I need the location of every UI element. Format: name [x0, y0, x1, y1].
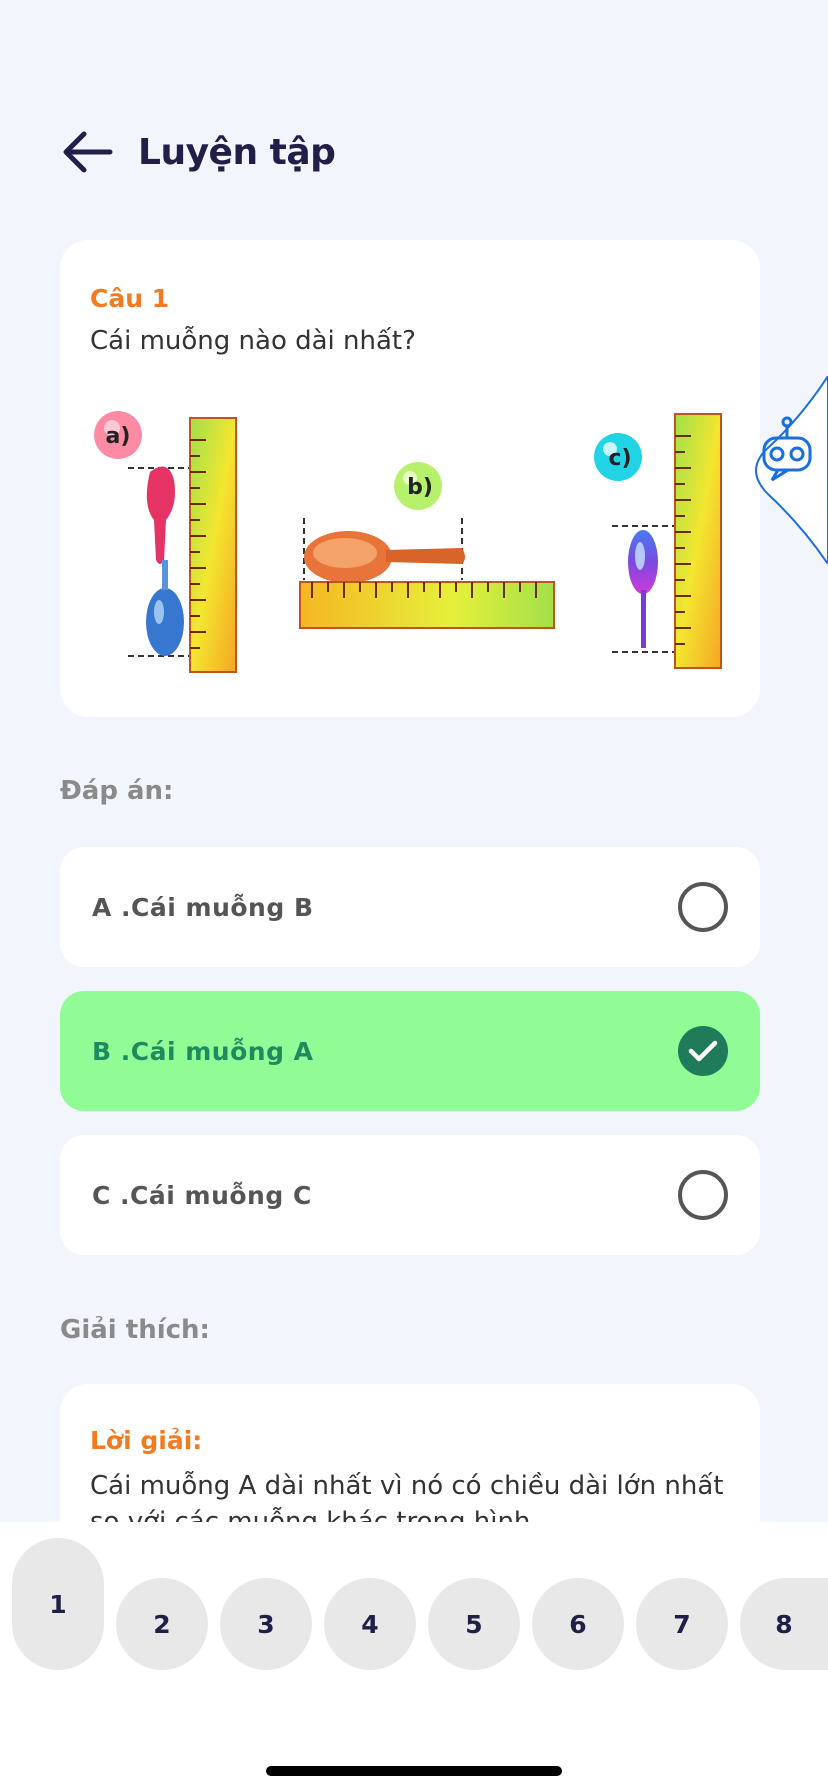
- option-b-label: B .Cái muỗng A: [92, 1036, 314, 1066]
- label-c: c): [608, 446, 631, 471]
- back-button[interactable]: [60, 128, 116, 176]
- option-c[interactable]: C .Cái muỗng C: [60, 1135, 760, 1255]
- page-button-7[interactable]: 7: [636, 1578, 728, 1670]
- checkmark-icon: [688, 1040, 718, 1062]
- option-a[interactable]: A .Cái muỗng B: [60, 847, 760, 967]
- option-c-label: C .Cái muỗng C: [92, 1180, 312, 1210]
- label-a: a): [106, 424, 131, 449]
- radio-unchecked-icon[interactable]: [678, 1170, 728, 1220]
- arrow-left-icon: [63, 131, 113, 173]
- option-a-label: A .Cái muỗng B: [92, 892, 314, 922]
- check-circle-icon[interactable]: [678, 1026, 728, 1076]
- option-b[interactable]: B .Cái muỗng A: [60, 991, 760, 1111]
- home-indicator: [266, 1766, 562, 1776]
- question-card: Câu 1 Cái muỗng nào dài nhất? a) b) c): [60, 240, 760, 717]
- header: Luyện tập: [60, 128, 336, 176]
- radio-unchecked-icon[interactable]: [678, 882, 728, 932]
- spoon-b-figure: b): [299, 462, 555, 629]
- page-button-6[interactable]: 6: [532, 1578, 624, 1670]
- question-number: Câu 1: [90, 284, 170, 313]
- question-image: a) b) c): [94, 411, 722, 673]
- page-button-2[interactable]: 2: [116, 1578, 208, 1670]
- page-button-3[interactable]: 3: [220, 1578, 312, 1670]
- answers-label: Đáp án:: [60, 776, 174, 806]
- explanation-label: Giải thích:: [60, 1315, 210, 1345]
- page-button-8[interactable]: 8: [740, 1578, 828, 1670]
- spoon-c-figure: c): [594, 413, 722, 669]
- spoon-a-figure: a): [94, 411, 237, 673]
- label-b: b): [407, 475, 433, 500]
- page-button-1[interactable]: 1: [12, 1538, 104, 1670]
- robot-assistant-icon[interactable]: [742, 376, 828, 564]
- question-pagination-bar: 1 2 3 4 5 6 7 8: [0, 1522, 828, 1792]
- page-title: Luyện tập: [138, 131, 336, 173]
- page-button-4[interactable]: 4: [324, 1578, 416, 1670]
- question-text: Cái muỗng nào dài nhất?: [90, 326, 416, 356]
- solution-title: Lời giải:: [90, 1426, 203, 1455]
- page-button-5[interactable]: 5: [428, 1578, 520, 1670]
